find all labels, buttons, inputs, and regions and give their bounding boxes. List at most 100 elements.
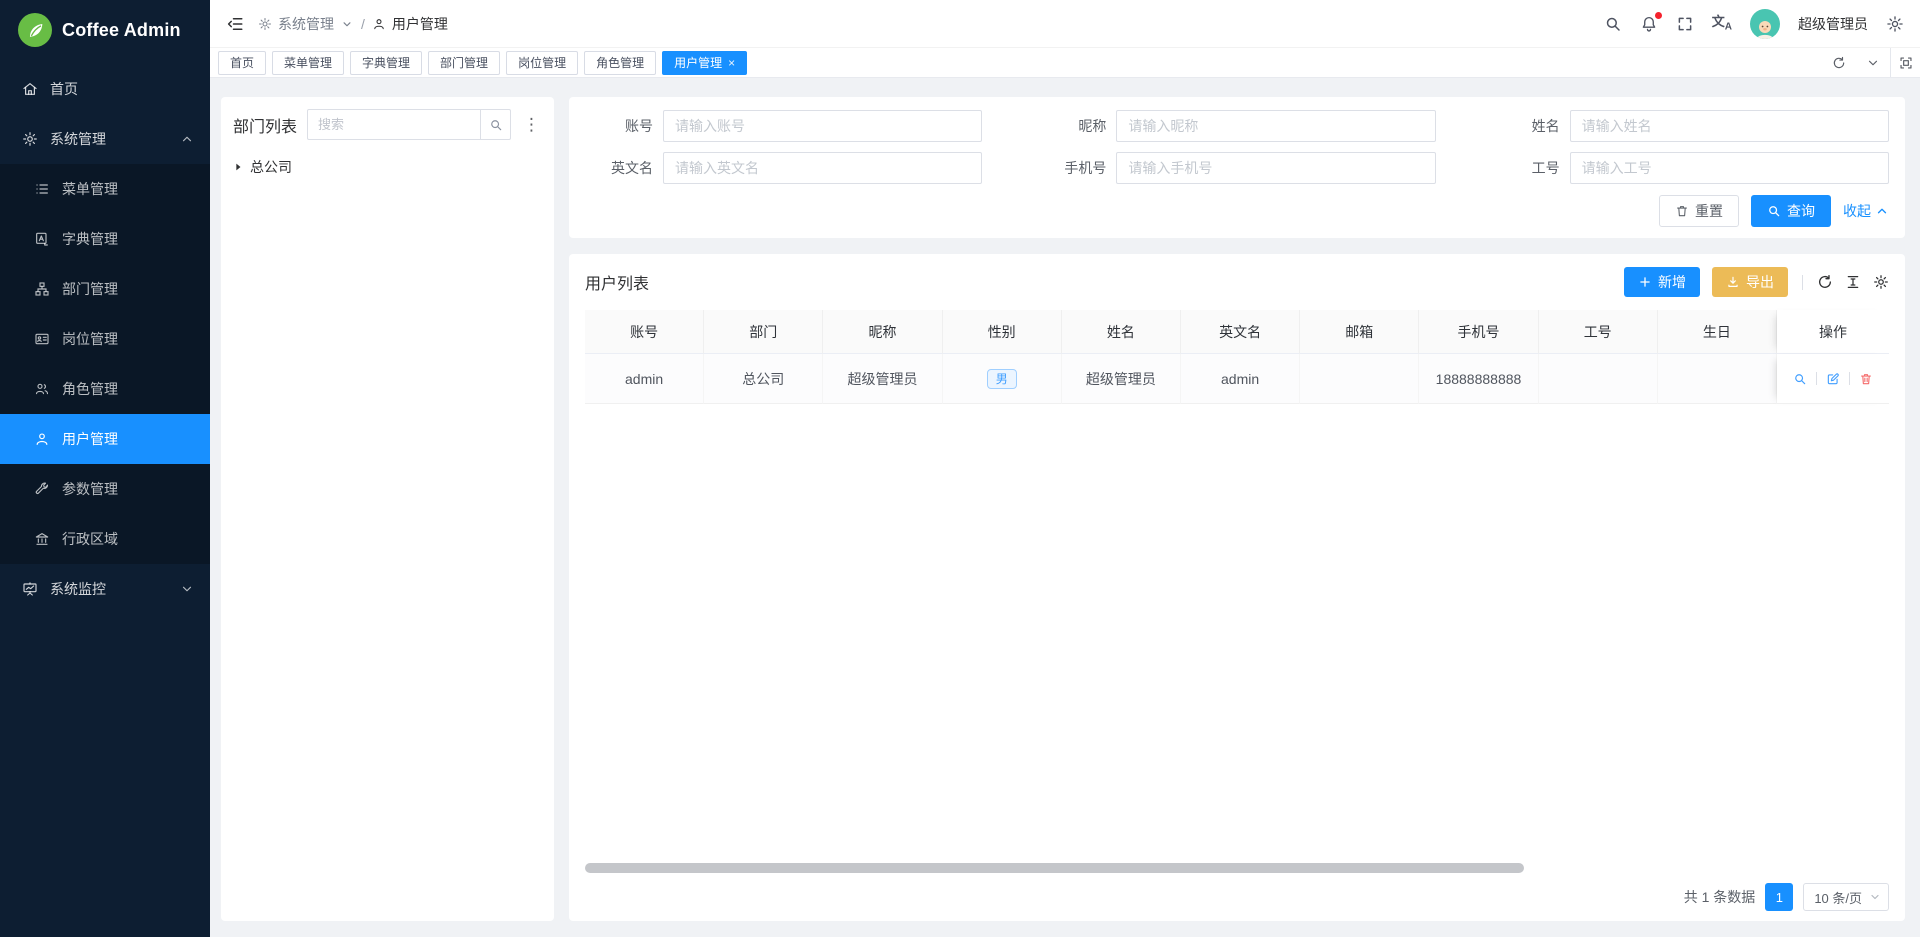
search-icon[interactable] [1604,15,1622,33]
sidebar-item-menu-mgmt[interactable]: 菜单管理 [0,164,210,214]
sidebar-item-role-mgmt[interactable]: 角色管理 [0,364,210,414]
english-name-input[interactable] [663,152,982,184]
refresh-icon[interactable] [1822,48,1856,77]
column-header[interactable]: 昵称 [823,310,942,354]
wrench-icon [34,481,50,497]
query-button[interactable]: 查询 [1751,195,1831,227]
name-input[interactable] [1570,110,1889,142]
column-header-actions: 操作 [1777,310,1889,354]
content-maximize-icon[interactable] [1890,48,1920,77]
sidebar-item-post-mgmt[interactable]: 岗位管理 [0,314,210,364]
right-column: 账号 昵称 姓名 英文名 [569,97,1905,921]
chevron-up-icon [1875,204,1889,218]
avatar[interactable] [1750,9,1780,39]
table-row[interactable]: admin 总公司 超级管理员 男 超级管理员 admin 1888888888… [585,354,1889,404]
sidebar-fold-icon[interactable] [226,15,244,33]
field-english-name: 英文名 [585,152,982,184]
sidebar-item-label: 系统管理 [50,129,106,149]
table-refresh-icon[interactable] [1817,274,1833,290]
monitor-board-icon [22,581,38,597]
page-number-button[interactable]: 1 [1765,883,1793,911]
column-settings-gear-icon[interactable] [1873,274,1889,290]
sidebar-item-dept-mgmt[interactable]: 部门管理 [0,264,210,314]
scrollbar-thumb[interactable] [585,863,1524,873]
sidebar-item-home[interactable]: 首页 [0,64,210,114]
reset-button[interactable]: 重置 [1659,195,1739,227]
table-toolbar: 新增 导出 [1624,267,1889,297]
fullscreen-icon[interactable] [1676,15,1694,33]
sidebar-item-label: 部门管理 [62,279,118,299]
chevron-down-icon [180,582,194,596]
current-user-name[interactable]: 超级管理员 [1798,14,1868,34]
tab-post-mgmt[interactable]: 岗位管理 [506,51,578,75]
delete-icon[interactable] [1859,372,1873,386]
account-input[interactable] [663,110,982,142]
department-search-button[interactable] [480,109,511,140]
caret-right-icon[interactable] [233,162,243,172]
tab-user-mgmt[interactable]: 用户管理 × [662,51,747,75]
breadcrumb-section[interactable]: 系统管理 [258,14,354,34]
edit-icon[interactable] [1826,372,1840,386]
column-header[interactable]: 工号 [1539,310,1658,354]
cell-name: 超级管理员 [1062,354,1181,404]
column-header[interactable]: 邮箱 [1300,310,1419,354]
column-header[interactable]: 手机号 [1419,310,1538,354]
collapse-toggle[interactable]: 收起 [1843,201,1889,221]
sidebar-item-monitor[interactable]: 系统监控 [0,564,210,614]
translate-icon[interactable]: 文A [1712,15,1732,33]
settings-gear-icon[interactable] [1886,15,1904,33]
cell-nickname: 超级管理员 [823,354,942,404]
tab-role-mgmt[interactable]: 角色管理 [584,51,656,75]
notification-badge [1655,12,1662,19]
sidebar-item-label: 系统监控 [50,579,106,599]
view-icon[interactable] [1793,372,1807,386]
sidebar-item-dict-mgmt[interactable]: 字典管理 [0,214,210,264]
tab-dict-mgmt[interactable]: 字典管理 [350,51,422,75]
tab-home[interactable]: 首页 [218,51,266,75]
field-name: 姓名 [1492,110,1889,142]
sidebar-item-user-mgmt[interactable]: 用户管理 [0,414,210,464]
export-button[interactable]: 导出 [1712,267,1788,297]
tab-label: 用户管理 [674,54,722,71]
sidebar-item-param-mgmt[interactable]: 参数管理 [0,464,210,514]
main-area: 系统管理 / 用户管理 文 [210,0,1920,937]
table-header-row: 账号 部门 昵称 性别 姓名 英文名 邮箱 手机号 工号 生日 操作 [585,310,1889,354]
trash-icon [1675,204,1689,218]
column-header[interactable]: 账号 [585,310,704,354]
org-chart-icon [34,281,50,297]
page-size-select[interactable]: 10 条/页 [1803,883,1889,911]
column-header[interactable]: 性别 [943,310,1062,354]
close-icon[interactable]: × [728,57,735,69]
app-title: Coffee Admin [62,20,181,41]
horizontal-scrollbar [585,863,1889,873]
sidebar-item-label: 参数管理 [62,479,118,499]
sidebar-item-system[interactable]: 系统管理 [0,114,210,164]
column-header[interactable]: 姓名 [1062,310,1181,354]
nickname-input[interactable] [1116,110,1435,142]
phone-input[interactable] [1116,152,1435,184]
cell-work-no [1539,354,1658,404]
app-logo: Coffee Admin [0,0,210,60]
department-panel-header: 部门列表 ⋮ [233,109,542,140]
tab-menu-mgmt[interactable]: 菜单管理 [272,51,344,75]
tabs-dropdown-chevron-icon[interactable] [1856,48,1890,77]
breadcrumb-current-label: 用户管理 [392,14,448,34]
notification-bell-icon[interactable] [1640,15,1658,33]
column-header[interactable]: 英文名 [1181,310,1300,354]
action-divider [1849,372,1850,385]
tab-label: 字典管理 [362,54,410,71]
work-no-input[interactable] [1570,152,1889,184]
column-header[interactable]: 部门 [704,310,823,354]
tab-label: 角色管理 [596,54,644,71]
tab-label: 部门管理 [440,54,488,71]
bank-icon [34,531,50,547]
add-user-button[interactable]: 新增 [1624,267,1700,297]
more-options-icon[interactable]: ⋮ [521,116,542,133]
row-height-icon[interactable] [1845,274,1861,290]
cell-gender: 男 [943,354,1062,404]
column-header[interactable]: 生日 [1658,310,1777,354]
tree-node-root[interactable]: 总公司 [233,154,542,180]
breadcrumb-current: 用户管理 [372,14,448,34]
tab-dept-mgmt[interactable]: 部门管理 [428,51,500,75]
sidebar-item-admin-region[interactable]: 行政区域 [0,514,210,564]
